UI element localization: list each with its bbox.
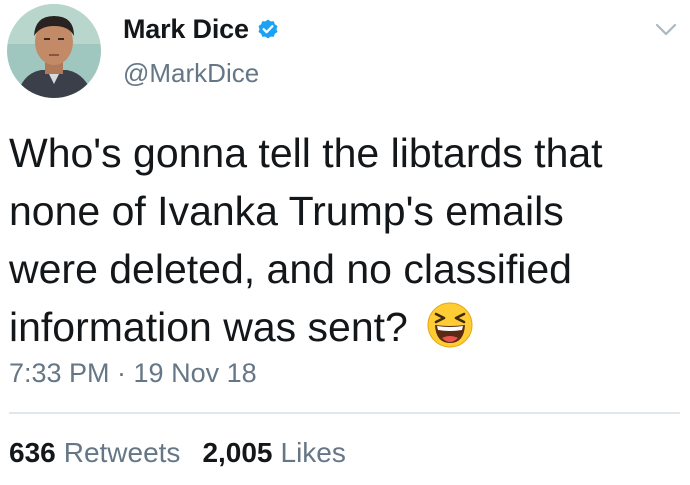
retweets-label: Retweets: [63, 437, 181, 468]
likes-stat[interactable]: 2,005 Likes: [202, 437, 345, 469]
likes-count: 2,005: [202, 437, 273, 468]
author-name-row: Mark Dice: [123, 14, 280, 45]
author-display-name[interactable]: Mark Dice: [123, 14, 249, 45]
likes-label: Likes: [280, 437, 346, 468]
tweet-text-line: none of Ivanka Trump's emails: [9, 188, 564, 234]
tweet-text: Who's gonna tell the libtards that none …: [9, 124, 679, 356]
tweet-text-line-last: information was sent?: [9, 298, 679, 356]
tweet-text-line: were deleted, and no classified: [9, 246, 572, 292]
retweets-stat[interactable]: 636 Retweets: [9, 437, 180, 469]
retweets-count: 636: [9, 437, 56, 468]
verified-badge-icon: [258, 19, 278, 38]
tweet-stats: 636 Retweets 2,005 Likes: [9, 437, 346, 469]
author-handle[interactable]: @MarkDice: [123, 58, 259, 89]
divider: [9, 412, 680, 414]
laughing-squinting-face-icon: [427, 302, 473, 348]
tweet-text-line: information was sent?: [9, 304, 408, 350]
tweet-text-line: Who's gonna tell the libtards that: [9, 130, 603, 176]
tweet-timestamp[interactable]: 7:33 PM · 19 Nov 18: [9, 358, 257, 389]
chevron-down-icon[interactable]: [654, 20, 678, 40]
avatar[interactable]: [7, 4, 101, 98]
